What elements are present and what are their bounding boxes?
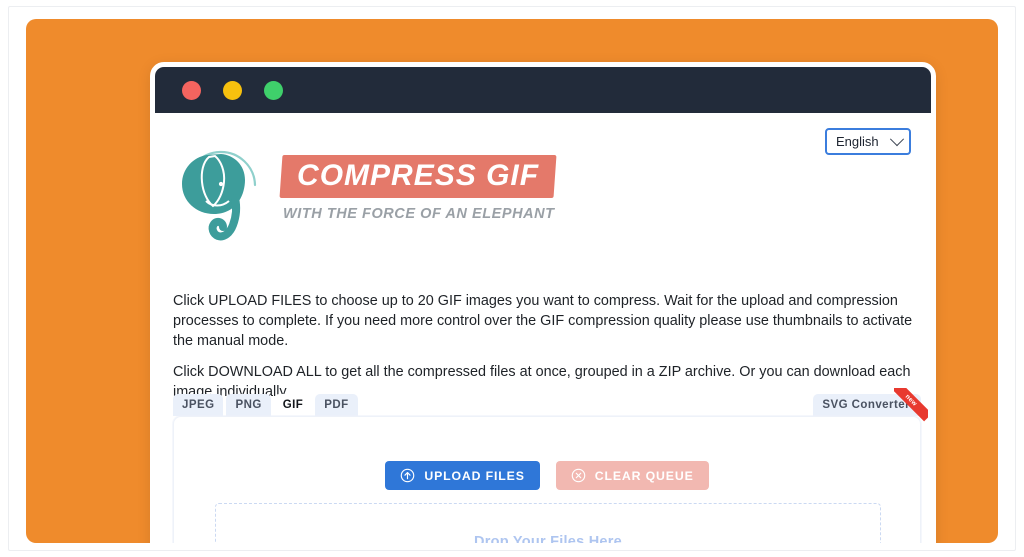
elephant-head-icon xyxy=(182,150,257,241)
browser-window-mock: English COMPRESS GIF WITH THE FORCE OF A… xyxy=(150,62,936,543)
file-dropzone[interactable]: Drop Your Files Here xyxy=(215,503,881,543)
uploader-actions: UPLOAD FILES CLEAR QUEUE xyxy=(174,461,920,490)
upload-files-button[interactable]: UPLOAD FILES xyxy=(385,461,540,490)
browser-titlebar xyxy=(155,67,931,113)
format-tabs: JPEG PNG GIF PDF SVG Converter new xyxy=(173,387,928,422)
uploader-card: UPLOAD FILES CLEAR QUEUE Drop Your Files… xyxy=(173,416,921,543)
brand-banner: COMPRESS GIF xyxy=(279,155,557,198)
window-minimize-dot[interactable] xyxy=(223,80,242,100)
tab-png[interactable]: PNG xyxy=(226,393,271,416)
circle-x-icon xyxy=(571,468,586,483)
clear-queue-label: CLEAR QUEUE xyxy=(594,468,694,483)
instructions-paragraph-1: Click UPLOAD FILES to choose up to 20 GI… xyxy=(173,293,913,349)
brand-tagline: WITH THE FORCE OF AN ELEPHANT xyxy=(283,205,555,222)
window-close-dot[interactable] xyxy=(182,80,201,100)
chevron-down-icon xyxy=(889,131,905,146)
instructions-block: Click UPLOAD FILES to choose up to 20 GI… xyxy=(173,292,915,402)
circle-arrow-up-icon xyxy=(401,468,415,483)
tab-gif[interactable]: GIF xyxy=(273,393,313,416)
clear-queue-button[interactable]: CLEAR QUEUE xyxy=(555,461,709,490)
language-selector[interactable]: English xyxy=(825,128,911,155)
brand-text-block: COMPRESS GIF WITH THE FORCE OF AN ELEPHA… xyxy=(279,133,557,222)
page-root: English COMPRESS GIF WITH THE FORCE OF A… xyxy=(0,0,1024,557)
dropzone-label: Drop Your Files Here xyxy=(474,534,622,543)
brand-title: COMPRESS GIF xyxy=(297,159,540,192)
site-logo-area[interactable]: COMPRESS GIF WITH THE FORCE OF AN ELEPHA… xyxy=(173,133,557,243)
browser-content-area: English COMPRESS GIF WITH THE FORCE OF A… xyxy=(155,113,931,543)
tab-pdf[interactable]: PDF xyxy=(315,393,358,416)
language-selector-label: English xyxy=(836,134,879,149)
window-maximize-dot[interactable] xyxy=(264,80,283,100)
orange-background-panel: English COMPRESS GIF WITH THE FORCE OF A… xyxy=(26,19,998,543)
tab-jpeg[interactable]: JPEG xyxy=(173,393,224,416)
upload-files-label: UPLOAD FILES xyxy=(424,468,525,483)
tab-svg-converter[interactable]: SVG Converter new xyxy=(813,387,928,422)
tab-svg-converter-label: SVG Converter xyxy=(822,398,910,411)
